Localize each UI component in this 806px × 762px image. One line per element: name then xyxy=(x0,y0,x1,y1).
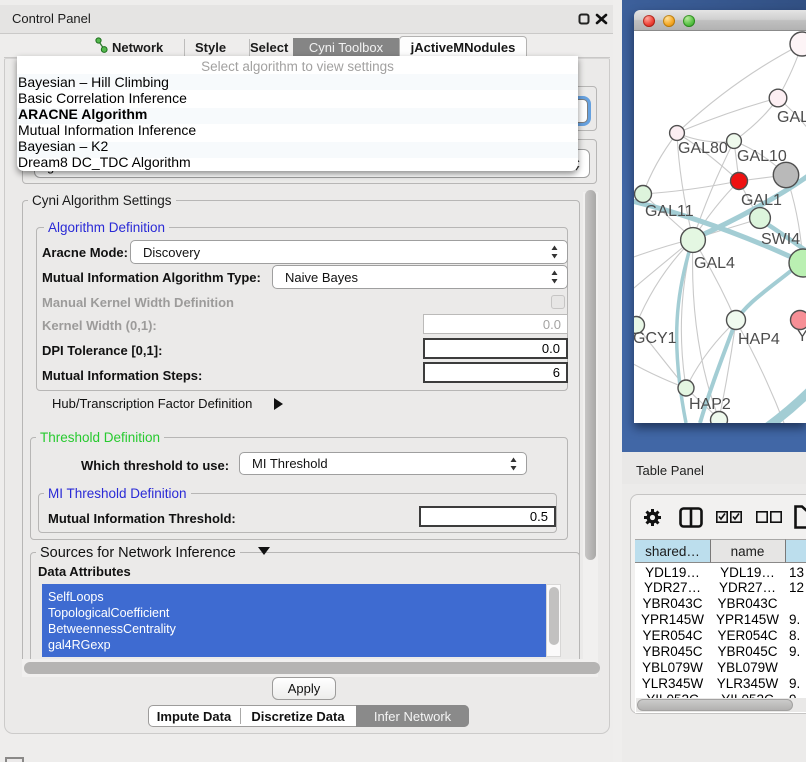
svg-text:HAP4: HAP4 xyxy=(738,331,780,348)
svg-text:GAL11: GAL11 xyxy=(645,203,694,220)
svg-text:GAL1: GAL1 xyxy=(741,192,782,209)
svg-text:SWI4: SWI4 xyxy=(761,231,800,248)
svg-text:GAL4: GAL4 xyxy=(694,255,735,272)
svg-text:GAL10: GAL10 xyxy=(737,148,787,165)
svg-text:GAL2: GAL2 xyxy=(777,109,806,126)
svg-text:Y: Y xyxy=(797,328,806,345)
svg-text:GCY1: GCY1 xyxy=(634,330,677,347)
svg-text:GAL80: GAL80 xyxy=(678,140,728,157)
svg-text:HAP2: HAP2 xyxy=(689,396,731,413)
